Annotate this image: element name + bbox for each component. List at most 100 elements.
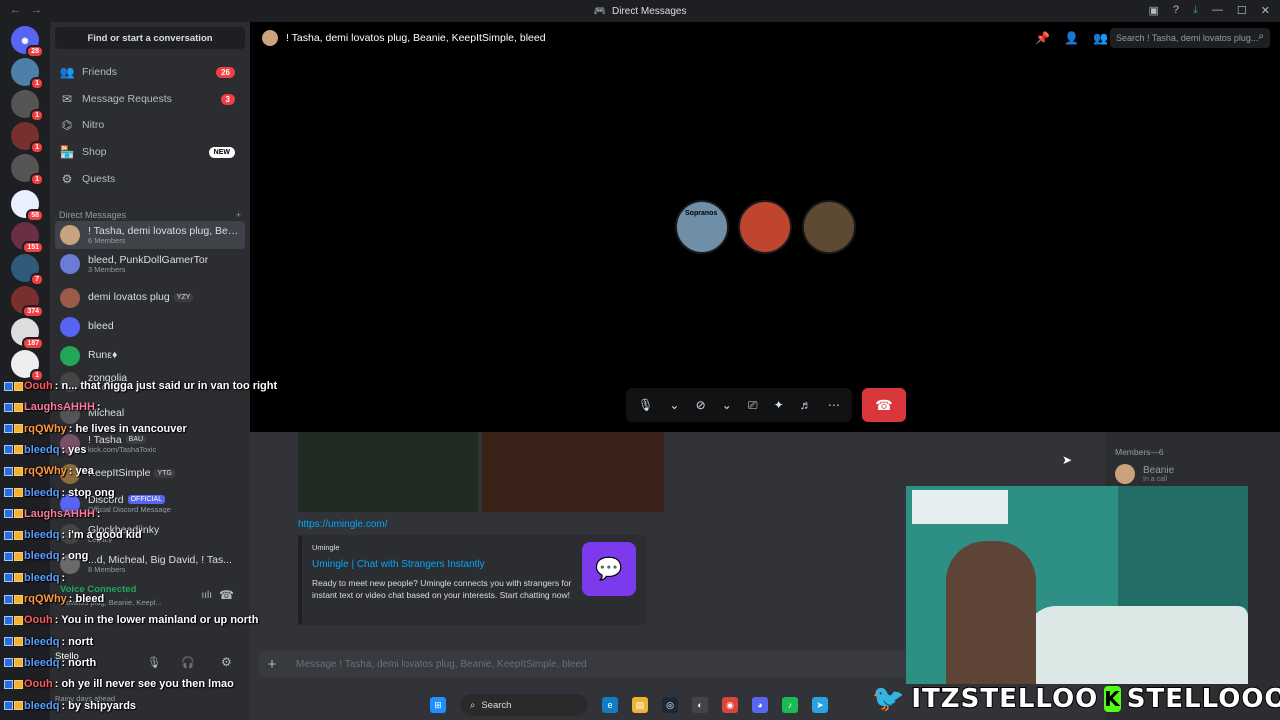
home-button[interactable]: ◉ 28	[11, 26, 44, 58]
badge-icon	[4, 658, 13, 668]
dm-item[interactable]: Runε♦	[55, 342, 245, 370]
embed-title[interactable]: Umingle | Chat with Strangers Instantly	[312, 559, 485, 570]
stream-chat-line: bleedq: ong	[4, 550, 88, 562]
forward-arrow-icon[interactable]: →	[31, 4, 42, 16]
nav-nitro[interactable]: ⌬ Nitro	[55, 112, 245, 138]
search-input[interactable]: Search ! Tasha, demi lovatos plug... ⌕	[1110, 28, 1270, 48]
badge-icon	[4, 573, 13, 583]
activities-icon[interactable]: ✦	[774, 398, 784, 412]
windows-start-icon[interactable]: ⊞	[430, 697, 446, 713]
server-icon[interactable]: 1	[11, 90, 44, 122]
call-participant-avatar[interactable]: Sopranos	[675, 200, 729, 254]
badge-icon	[4, 615, 13, 625]
chat-username: bleedq	[24, 656, 60, 669]
chat-username: rqQWhy	[24, 465, 67, 478]
server-icon[interactable]: 1	[11, 122, 44, 154]
server-icon[interactable]: 187	[11, 318, 44, 350]
more-icon[interactable]: ⋯	[828, 398, 840, 412]
badge-icon	[4, 424, 13, 434]
file-explorer-icon[interactable]: ▤	[632, 697, 648, 713]
message-link[interactable]: https://umingle.com/	[298, 519, 387, 530]
search-icon: ⌕	[470, 699, 476, 711]
chat-text: :	[96, 507, 101, 520]
nav-shop[interactable]: 🏪 Shop NEW	[55, 139, 245, 165]
stream-chat-line: bleedq:	[4, 572, 65, 584]
dm-item[interactable]: bleed, PunkDollGamerTor 3 Members	[55, 250, 245, 278]
edge-icon[interactable]: e	[602, 697, 618, 713]
download-icon[interactable]: ⤓	[1193, 4, 1198, 17]
taskbar-search[interactable]: ⌕ Search	[460, 694, 588, 716]
dm-header: Direct Messages +	[59, 210, 241, 220]
call-participant-avatar[interactable]	[802, 200, 856, 254]
badge-icon	[14, 615, 23, 625]
screen-share-icon[interactable]: ⎚	[748, 398, 758, 413]
server-badge: 1	[30, 141, 44, 154]
call-participant-avatar[interactable]	[738, 200, 792, 254]
pin-icon[interactable]: 📌	[1035, 31, 1050, 45]
server-badge: 187	[22, 337, 44, 350]
badge-icon	[14, 679, 23, 689]
dm-name: demi lovatos plug	[88, 292, 170, 304]
chat-username: rqQWhy	[24, 422, 67, 435]
badge-icon	[14, 381, 23, 391]
chat-username: bleedq	[24, 443, 60, 456]
nav-message-requests[interactable]: ✉ Message Requests 3	[55, 86, 245, 112]
nav-quests[interactable]: ⚙ Quests	[55, 166, 245, 192]
steam-icon[interactable]: ◎	[662, 697, 678, 713]
badge-icon	[4, 381, 13, 391]
disconnect-call-button[interactable]: ☎	[862, 388, 906, 422]
soundboard-icon[interactable]: ♬	[800, 398, 812, 412]
chat-text: :	[96, 401, 101, 414]
chat-username: bleedq	[24, 635, 60, 648]
dm-item[interactable]: ! Tasha, demi lovatos plug, Bean... 6 Mem…	[55, 221, 245, 249]
badge-icon	[14, 637, 23, 647]
dm-item[interactable]: demi lovatos plug YZY	[55, 284, 245, 312]
telegram-icon[interactable]: ➤	[812, 697, 828, 713]
back-arrow-icon[interactable]: ←	[10, 4, 21, 16]
help-icon[interactable]: ?	[1173, 4, 1179, 17]
chrome-icon[interactable]: ◉	[722, 697, 738, 713]
add-friends-icon[interactable]: 👤	[1064, 31, 1079, 45]
chat-username: bleedq	[24, 699, 60, 712]
server-icon[interactable]: 7	[11, 254, 44, 286]
chevron-down-icon[interactable]: ⌄	[669, 398, 679, 412]
chat-text: : yea	[68, 465, 94, 478]
server-icon[interactable]: 151	[11, 222, 44, 254]
embed-provider: Umingle	[312, 543, 340, 552]
server-icon[interactable]: 1	[11, 350, 44, 382]
close-button[interactable]: ✕	[1261, 4, 1270, 17]
inbox-icon[interactable]: ▣	[1149, 4, 1159, 17]
avatar	[60, 317, 80, 337]
server-icon[interactable]: 1	[11, 58, 44, 90]
badge-icon	[14, 573, 23, 583]
server-icon[interactable]: 374	[11, 286, 44, 318]
create-dm-icon[interactable]: +	[236, 210, 241, 220]
nitro-icon: ⌬	[61, 118, 73, 132]
find-conversation-button[interactable]: Find or start a conversation	[55, 27, 245, 49]
microphone-icon[interactable]: 🎙	[638, 398, 653, 412]
badge-icon	[14, 402, 23, 412]
members-header: Members—6	[1115, 447, 1164, 457]
title-bar: ← → 🎮 Direct Messages ▣ ? ⤓ — ☐ ✕	[0, 0, 1280, 22]
chat-text: :	[61, 571, 66, 584]
server-icon[interactable]: 1	[11, 154, 44, 186]
dm-name: bleed	[88, 321, 114, 333]
spotify-icon[interactable]: ♪	[782, 697, 798, 713]
server-icon[interactable]: 58	[11, 190, 44, 222]
minimize-button[interactable]: —	[1212, 4, 1223, 17]
member-item[interactable]: Beanie In a call	[1115, 464, 1174, 484]
maximize-button[interactable]: ☐	[1237, 4, 1247, 17]
member-list-icon[interactable]: 👥	[1093, 31, 1108, 45]
requests-badge: 3	[220, 93, 235, 105]
app-icon[interactable]: ◐	[692, 697, 708, 713]
nav-friends[interactable]: 👥 Friends 26	[55, 59, 245, 85]
dm-item[interactable]: bleed	[55, 313, 245, 341]
chevron-down-icon[interactable]: ⌄	[722, 398, 732, 412]
discord-taskbar-icon[interactable]: ◕	[752, 697, 768, 713]
server-badge: 1	[30, 109, 44, 122]
friends-badge: 26	[216, 66, 235, 78]
message-placeholder: Message ! Tasha, demi lovatos plug, Bean…	[296, 658, 587, 670]
kick-icon: K	[1104, 686, 1121, 712]
camera-off-icon[interactable]: ⊘	[696, 398, 706, 412]
stream-chat-line: bleedq: stop ong	[4, 487, 115, 499]
